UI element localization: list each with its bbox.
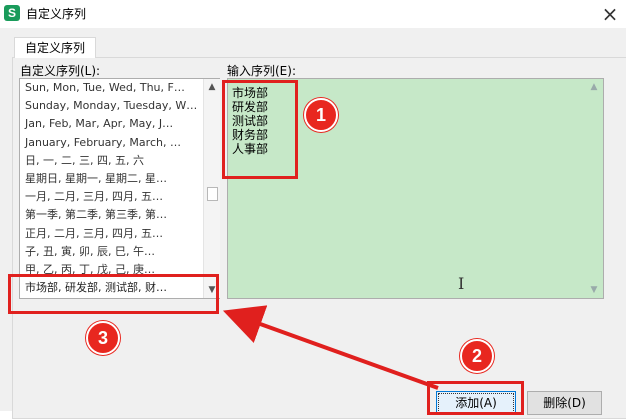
delete-button[interactable]: 删除(D) bbox=[527, 391, 602, 415]
list-item[interactable]: 一月, 二月, 三月, 四月, 五… bbox=[20, 188, 203, 206]
title-bar: S 自定义序列 × bbox=[0, 0, 626, 28]
input-sequence-label: 输入序列(E): bbox=[227, 64, 296, 78]
step-badge-3: 3 bbox=[86, 321, 120, 355]
highlight-add-button bbox=[427, 381, 524, 415]
list-item[interactable]: 星期日, 星期一, 星期二, 星… bbox=[20, 170, 203, 188]
custom-list-label: 自定义序列(L): bbox=[20, 64, 101, 78]
scroll-up-icon[interactable]: ▲ bbox=[586, 79, 602, 95]
list-item[interactable]: 子, 丑, 寅, 卯, 辰, 巳, 午… bbox=[20, 243, 203, 261]
custom-list-box[interactable]: Sun, Mon, Tue, Wed, Thu, F… Sunday, Mond… bbox=[19, 78, 220, 299]
wps-app-icon: S bbox=[4, 5, 20, 21]
custom-list-scrollbar[interactable]: ▲ ▼ bbox=[203, 79, 220, 298]
scroll-up-icon[interactable]: ▲ bbox=[204, 79, 220, 95]
list-item[interactable]: 正月, 二月, 三月, 四月, 五… bbox=[20, 225, 203, 243]
list-item[interactable]: Sunday, Monday, Tuesday, W… bbox=[20, 97, 203, 115]
text-cursor-icon: I bbox=[458, 274, 465, 293]
list-item[interactable]: January, February, March, … bbox=[20, 134, 203, 152]
list-item[interactable]: Jan, Feb, Mar, Apr, May, J… bbox=[20, 115, 203, 133]
step-badge-1: 1 bbox=[304, 98, 338, 132]
list-item[interactable]: 第一季, 第二季, 第三季, 第… bbox=[20, 206, 203, 224]
step-badge-2: 2 bbox=[460, 339, 494, 373]
scroll-down-icon[interactable]: ▼ bbox=[586, 282, 602, 298]
highlight-new-list-item bbox=[8, 274, 219, 314]
window-title: 自定义序列 bbox=[26, 7, 87, 21]
delete-button-label: 删除(D) bbox=[543, 396, 586, 410]
scroll-thumb[interactable] bbox=[207, 187, 218, 201]
list-item[interactable]: 日, 一, 二, 三, 四, 五, 六 bbox=[20, 152, 203, 170]
tab-custom-list[interactable]: 自定义序列 bbox=[14, 37, 96, 58]
input-sequence-scrollbar[interactable]: ▲ ▼ bbox=[586, 79, 602, 298]
list-item[interactable]: Sun, Mon, Tue, Wed, Thu, F… bbox=[20, 79, 203, 97]
custom-list-items: Sun, Mon, Tue, Wed, Thu, F… Sunday, Mond… bbox=[20, 79, 203, 298]
highlight-input-box bbox=[222, 80, 298, 179]
close-button[interactable]: × bbox=[598, 2, 622, 26]
